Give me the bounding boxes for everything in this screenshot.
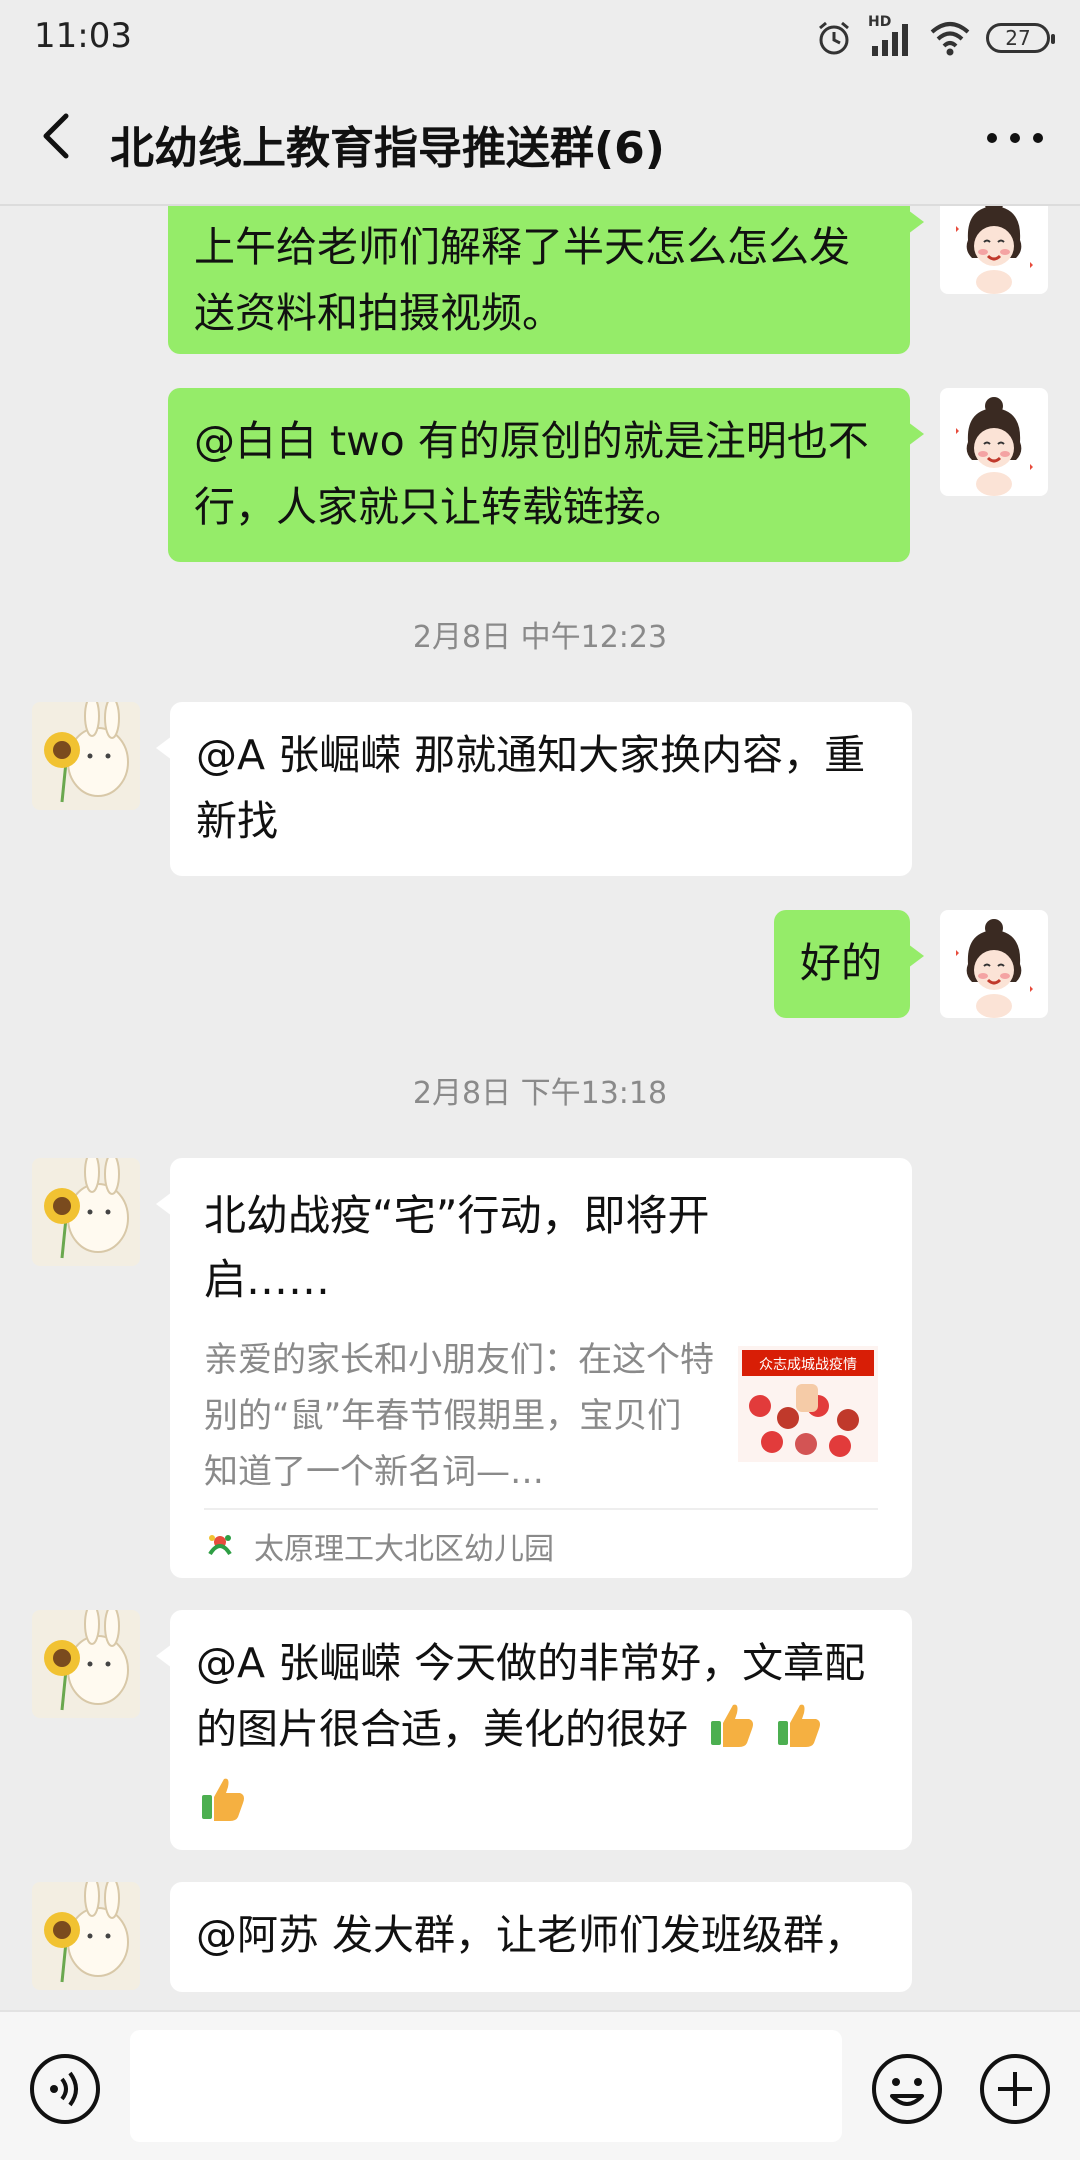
battery-level: 27 bbox=[1005, 26, 1031, 50]
plus-icon[interactable] bbox=[978, 2052, 1052, 2126]
message-text: 好的 bbox=[800, 939, 882, 987]
thumbs-up-icon bbox=[705, 1697, 759, 1770]
thumbs-up-icon bbox=[196, 1771, 250, 1844]
article-title: 北幼战疫“宅”行动，即将开启…… bbox=[204, 1191, 710, 1304]
timestamp: 2月8日 中午12:23 bbox=[412, 620, 668, 655]
alarm-icon bbox=[819, 21, 849, 55]
status-bar: 11:03 HD 27 bbox=[0, 0, 1080, 72]
message-input[interactable] bbox=[130, 2030, 842, 2142]
article-description: 亲爱的家长和小朋友们：在这个特别的“鼠”年春节假期里，宝贝们知道了一个新名词—… bbox=[204, 1340, 714, 1492]
message-bubble-outgoing[interactable]: @白白 two 有的原创的就是注明也不行，人家就只让转载链接。 bbox=[168, 388, 924, 562]
status-icons: HD 27 bbox=[814, 14, 1055, 60]
message-list[interactable]: 上午给老师们解释了半天怎么怎么发送资料和拍摄视频。 @白白 two 有的原创的就… bbox=[0, 206, 1080, 2010]
more-options-icon[interactable] bbox=[980, 110, 1050, 166]
timestamp: 2月8日 下午13:18 bbox=[412, 1076, 668, 1111]
my-avatar[interactable] bbox=[940, 206, 1048, 294]
chat-header: 北幼线上教育指导推送群(6) bbox=[0, 72, 1080, 204]
sender-avatar[interactable] bbox=[32, 1610, 140, 1718]
article-card[interactable]: 北幼战疫“宅”行动，即将开启…… 亲爱的家长和小朋友们：在这个特别的“鼠”年春节… bbox=[156, 1158, 912, 1578]
chat-title: 北幼线上教育指导推送群(6) bbox=[110, 123, 665, 174]
message-text: @阿苏 发大群，让老师们发班级群， bbox=[196, 1911, 866, 1959]
message-bubble-incoming[interactable]: @A 张崛嵘 今天做的非常好，文章配的图片很合适，美化的很好 bbox=[156, 1610, 912, 1850]
cell-signal-icon: HD bbox=[868, 14, 914, 58]
message-text: @A 张崛嵘 那就通知大家换内容，重新找 bbox=[196, 731, 866, 845]
wifi-icon bbox=[930, 22, 970, 56]
message-bubble-outgoing[interactable]: 上午给老师们解释了半天怎么怎么发送资料和拍摄视频。 bbox=[168, 206, 924, 354]
back-icon[interactable] bbox=[28, 104, 92, 168]
message-bubble-outgoing[interactable]: 好的 bbox=[774, 910, 924, 1018]
article-thumbnail: 众志成城战疫情 bbox=[738, 1346, 878, 1462]
my-avatar[interactable] bbox=[940, 910, 1048, 1018]
sender-avatar[interactable] bbox=[32, 702, 140, 810]
my-avatar[interactable] bbox=[940, 388, 1048, 496]
article-source: 太原理工大北区幼儿园 bbox=[254, 1532, 554, 1567]
message-text: @A 张崛嵘 今天做的非常好，文章配的图片很合适，美化的很好 bbox=[196, 1639, 866, 1753]
sender-avatar[interactable] bbox=[32, 1882, 140, 1990]
kindergarten-logo-icon bbox=[208, 1535, 232, 1556]
message-text: 上午给老师们解释了半天怎么怎么发送资料和拍摄视频。 bbox=[194, 223, 850, 337]
battery-icon: 27 bbox=[986, 23, 1055, 53]
message-bubble-incoming[interactable]: @A 张崛嵘 那就通知大家换内容，重新找 bbox=[156, 702, 912, 876]
message-bubble-incoming[interactable]: @阿苏 发大群，让老师们发班级群， bbox=[170, 1882, 912, 1992]
voice-input-icon[interactable] bbox=[28, 2052, 102, 2126]
article-thumbnail-text: 众志成城战疫情 bbox=[759, 1357, 857, 1373]
input-bar bbox=[0, 2010, 1080, 2160]
sender-avatar[interactable] bbox=[32, 1158, 140, 1266]
thumbs-up-icon bbox=[772, 1697, 826, 1770]
emoji-icon[interactable] bbox=[870, 2052, 944, 2126]
article-divider bbox=[204, 1508, 878, 1510]
status-time: 11:03 bbox=[34, 16, 132, 56]
message-text: @白白 two 有的原创的就是注明也不行，人家就只让转载链接。 bbox=[194, 417, 869, 531]
